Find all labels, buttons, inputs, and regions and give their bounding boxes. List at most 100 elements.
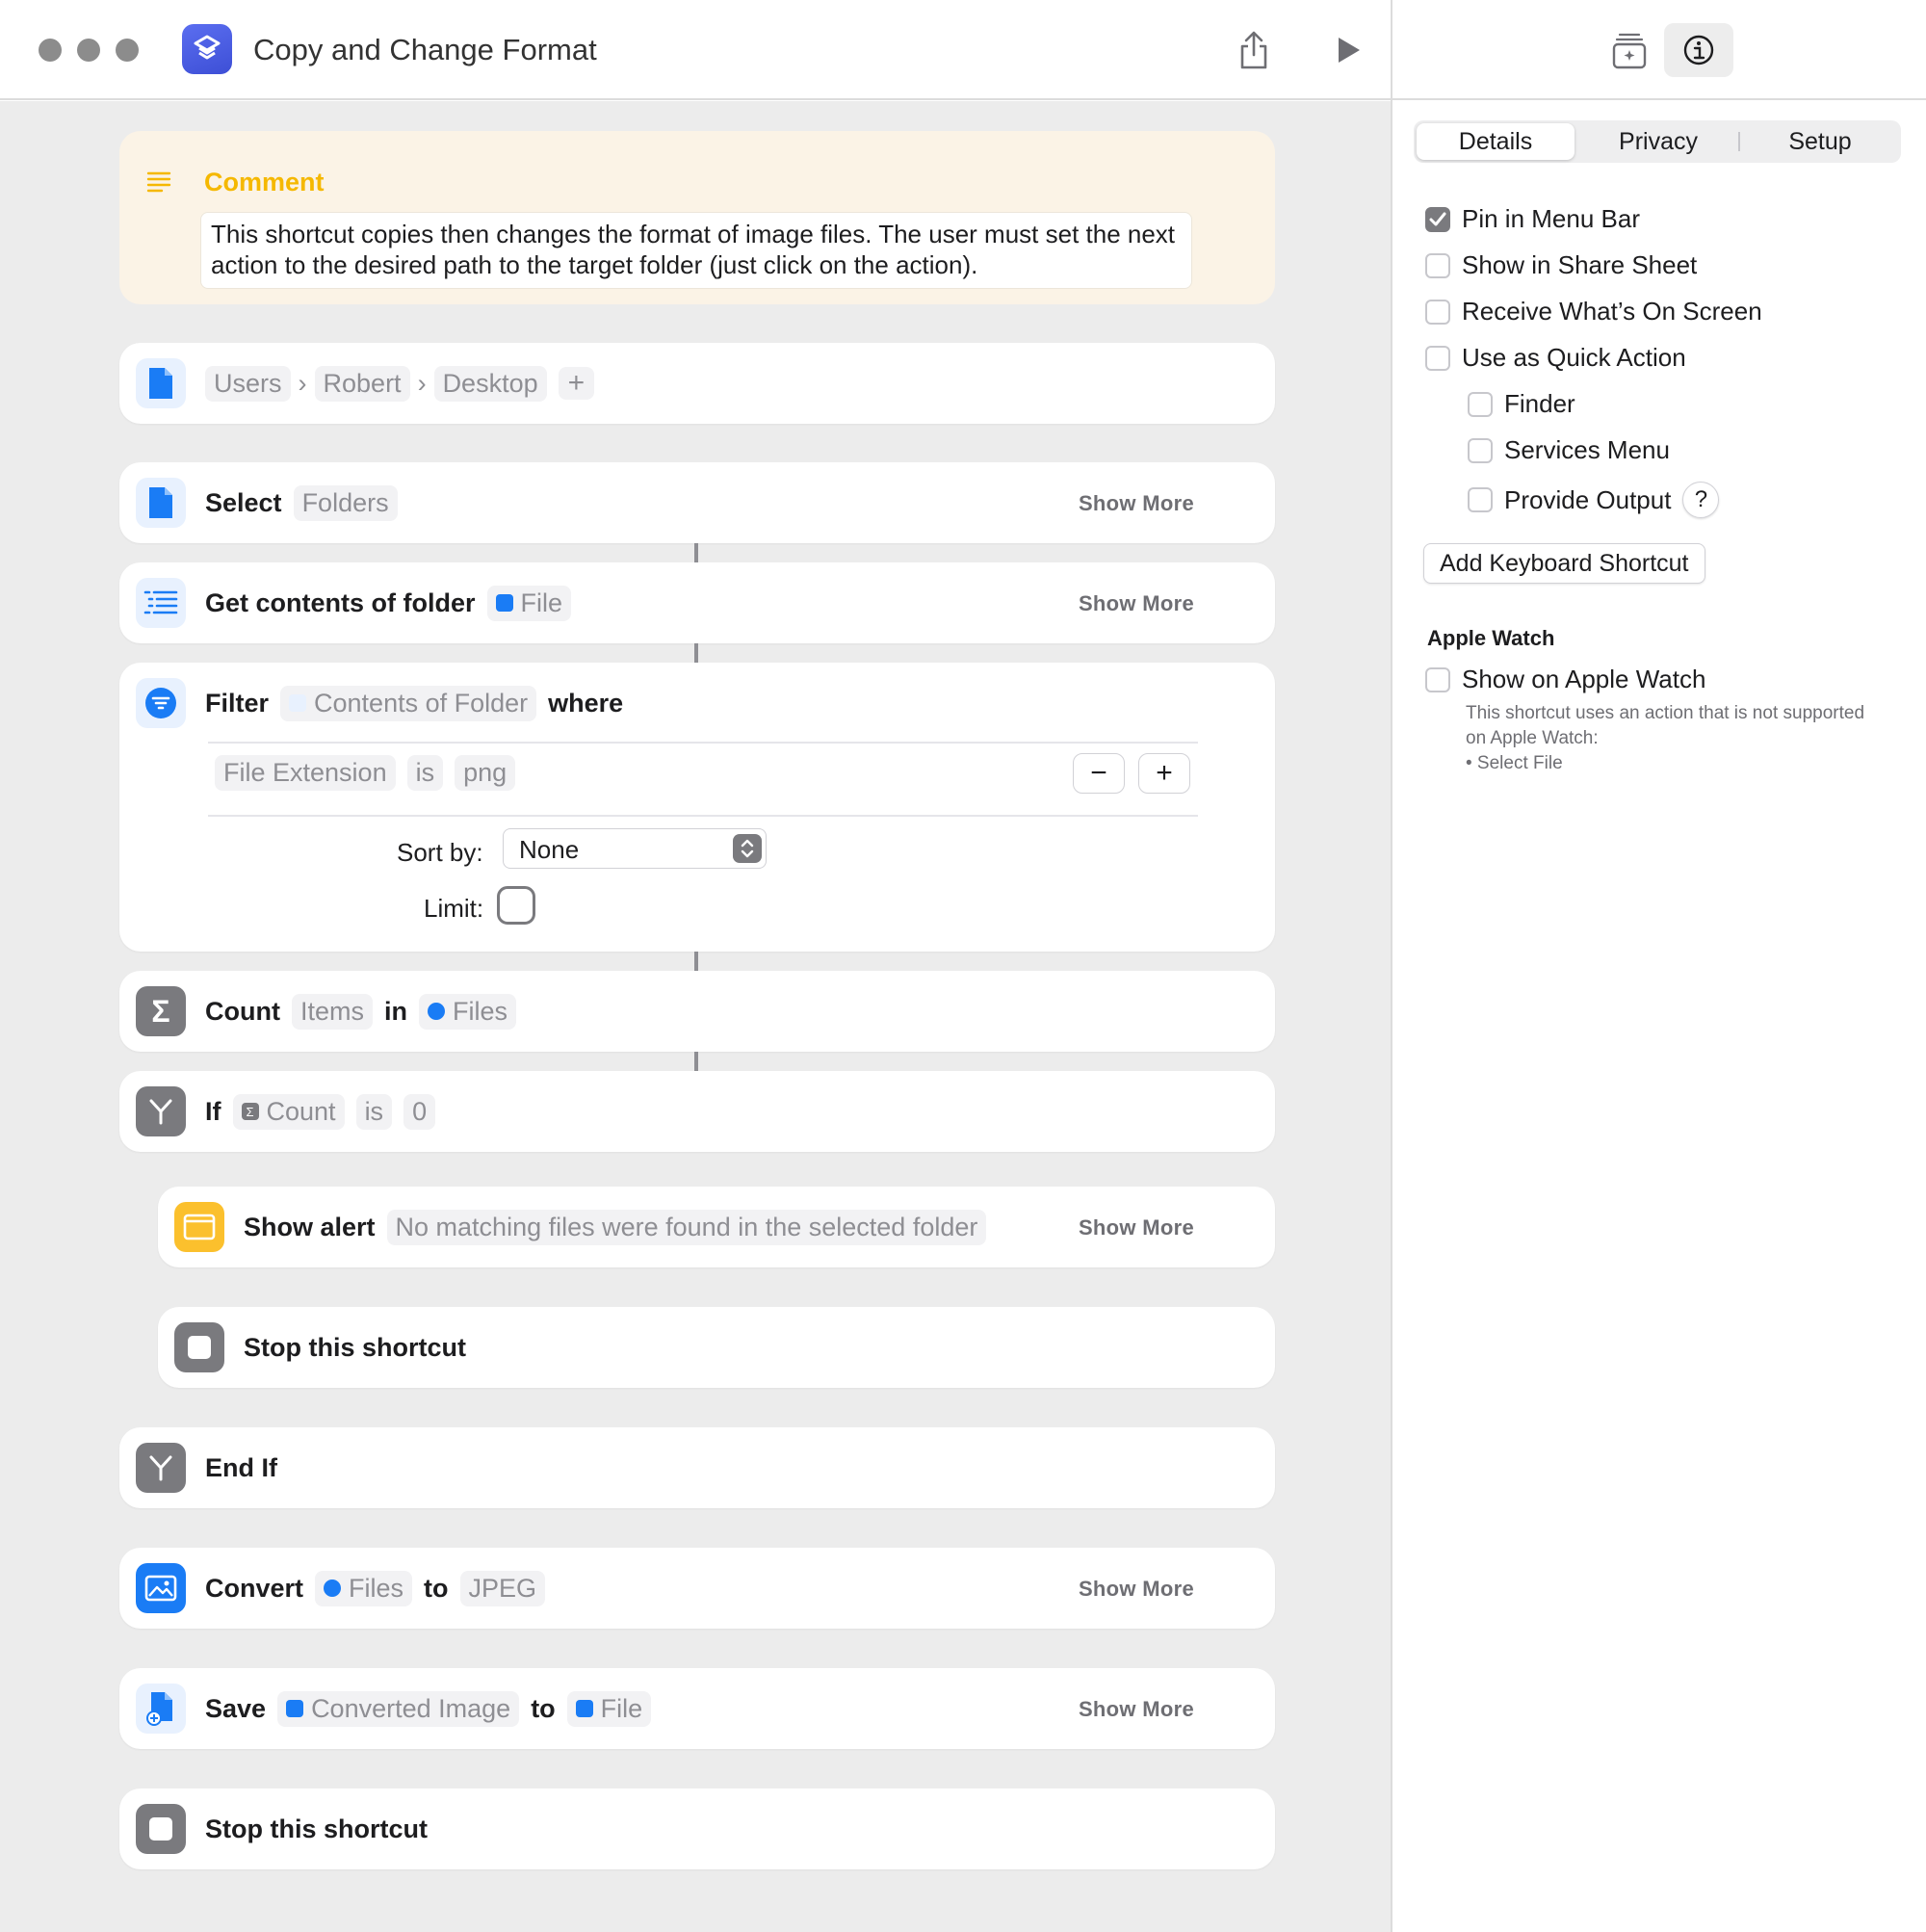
tab-separator: [1738, 132, 1740, 151]
show-more-button[interactable]: Show More: [1079, 1577, 1194, 1602]
services-menu-label: Services Menu: [1504, 435, 1670, 464]
details-sidebar: Details Privacy Setup Pin in Menu Bar Sh…: [1391, 0, 1926, 1932]
to-label: to: [531, 1693, 556, 1723]
files-variable-label: Files: [452, 996, 508, 1026]
to-label: to: [424, 1573, 449, 1603]
file-variable-label: File: [520, 587, 563, 617]
format-token[interactable]: JPEG: [459, 1570, 546, 1606]
path-segment-robert[interactable]: Robert: [314, 365, 410, 402]
list-mini-icon: [289, 694, 307, 712]
path-chevron-icon: ›: [417, 368, 427, 398]
if-operator-token[interactable]: is: [355, 1093, 393, 1130]
info-button[interactable]: [1664, 23, 1733, 77]
files-variable-token[interactable]: Files: [418, 993, 516, 1030]
comment-text-field[interactable]: This shortcut copies then changes the fo…: [200, 212, 1192, 289]
limit-toggle[interactable]: [497, 886, 535, 925]
apple-watch-checkbox[interactable]: [1425, 666, 1450, 692]
condition-value-token[interactable]: png: [455, 754, 516, 791]
end-if-action[interactable]: End If: [119, 1427, 1275, 1508]
show-more-button[interactable]: Show More: [1079, 1697, 1194, 1722]
services-menu-option[interactable]: Services Menu: [1468, 435, 1670, 465]
file-action[interactable]: Users › Robert › Desktop +: [119, 343, 1275, 424]
converted-image-token[interactable]: Converted Image: [277, 1690, 520, 1727]
if-value-token[interactable]: 0: [403, 1093, 436, 1130]
alert-message-token[interactable]: No matching files were found in the sele…: [386, 1209, 987, 1245]
path-segment-users[interactable]: Users: [205, 365, 291, 402]
stop-shortcut-action[interactable]: Stop this shortcut: [158, 1307, 1275, 1388]
select-file-action[interactable]: Select Folders Show More: [119, 462, 1275, 543]
action-library-button[interactable]: [1606, 27, 1653, 73]
zoom-window-button[interactable]: [116, 39, 139, 62]
stop-shortcut-action[interactable]: Stop this shortcut: [119, 1788, 1275, 1869]
file-variable-token[interactable]: File: [566, 1690, 652, 1727]
filter-files-action[interactable]: Filter Contents of Folder where File Ext…: [119, 663, 1275, 952]
get-contents-action[interactable]: Get contents of folder File Show More: [119, 562, 1275, 643]
info-icon: [1683, 35, 1714, 65]
select-type-param[interactable]: Folders: [293, 484, 398, 521]
services-menu-checkbox[interactable]: [1468, 437, 1493, 463]
share-sheet-checkbox[interactable]: [1425, 252, 1450, 278]
if-label: If: [205, 1096, 221, 1126]
receive-screen-label: Receive What’s On Screen: [1462, 297, 1762, 326]
condition-field-token[interactable]: File Extension: [215, 754, 396, 791]
files-variable-token[interactable]: Files: [315, 1570, 413, 1606]
path-segment-desktop[interactable]: Desktop: [433, 365, 547, 402]
pin-menu-bar-option[interactable]: Pin in Menu Bar: [1425, 204, 1640, 234]
pin-menu-bar-checkbox[interactable]: [1425, 206, 1450, 232]
remove-condition-button[interactable]: −: [1073, 753, 1125, 794]
alert-window-icon: [174, 1202, 224, 1252]
flow-connector: [694, 543, 698, 562]
provide-output-checkbox[interactable]: [1468, 487, 1493, 512]
chevron-up-down-icon: [733, 834, 762, 863]
help-button[interactable]: ?: [1682, 482, 1720, 518]
show-more-button[interactable]: Show More: [1079, 1215, 1194, 1240]
if-action[interactable]: If Σ Count is 0: [119, 1071, 1275, 1152]
tab-details[interactable]: Details: [1417, 123, 1575, 160]
comment-action[interactable]: Comment This shortcut copies then change…: [119, 131, 1275, 304]
file-variable-token[interactable]: File: [486, 585, 572, 621]
run-button[interactable]: [1325, 27, 1371, 73]
show-alert-action[interactable]: Show alert No matching files were found …: [158, 1187, 1275, 1267]
close-window-button[interactable]: [39, 39, 62, 62]
receive-screen-option[interactable]: Receive What’s On Screen: [1425, 297, 1762, 326]
count-type-token[interactable]: Items: [291, 993, 373, 1030]
file-mini-icon: [495, 594, 513, 612]
comment-title: Comment: [204, 168, 325, 196]
tab-privacy[interactable]: Privacy: [1579, 123, 1737, 160]
save-file-icon: [136, 1684, 186, 1734]
show-more-button[interactable]: Show More: [1079, 491, 1194, 516]
pin-menu-bar-label: Pin in Menu Bar: [1462, 204, 1640, 233]
sidebar-tabs: Details Privacy Setup: [1414, 120, 1901, 163]
receive-screen-checkbox[interactable]: [1425, 299, 1450, 325]
add-condition-button[interactable]: +: [1138, 753, 1190, 794]
count-action[interactable]: Σ Count Items in Files: [119, 971, 1275, 1052]
shortcuts-app-icon: [182, 24, 232, 74]
list-icon: [136, 578, 186, 628]
provide-output-option[interactable]: Provide Output ?: [1468, 482, 1720, 518]
add-path-button[interactable]: +: [558, 367, 595, 400]
sort-by-label: Sort by:: [397, 838, 483, 867]
quick-action-option[interactable]: Use as Quick Action: [1425, 343, 1686, 373]
limit-label: Limit:: [424, 894, 484, 923]
contents-of-folder-token[interactable]: Contents of Folder: [280, 685, 537, 721]
quick-action-checkbox[interactable]: [1425, 345, 1450, 371]
finder-option[interactable]: Finder: [1468, 389, 1575, 419]
minimize-window-button[interactable]: [77, 39, 100, 62]
sort-by-select[interactable]: None: [503, 828, 767, 869]
convert-image-action[interactable]: Convert Files to JPEG Show More: [119, 1548, 1275, 1629]
path-chevron-icon: ›: [298, 368, 307, 398]
image-mini-icon: [286, 1700, 304, 1717]
shortcut-editor: Comment This shortcut copies then change…: [0, 101, 1394, 1932]
comment-lines-icon: [146, 171, 171, 193]
share-sheet-option[interactable]: Show in Share Sheet: [1425, 250, 1697, 280]
count-label: Count: [205, 996, 280, 1026]
condition-operator-token[interactable]: is: [406, 754, 444, 791]
count-variable-token[interactable]: Σ Count: [232, 1093, 345, 1130]
share-button[interactable]: [1231, 27, 1277, 73]
tab-setup[interactable]: Setup: [1741, 123, 1899, 160]
apple-watch-option[interactable]: Show on Apple Watch: [1425, 665, 1705, 694]
save-file-action[interactable]: Save Converted Image to File Show More: [119, 1668, 1275, 1749]
finder-checkbox[interactable]: [1468, 391, 1493, 417]
show-more-button[interactable]: Show More: [1079, 591, 1194, 616]
add-keyboard-shortcut-button[interactable]: Add Keyboard Shortcut: [1423, 543, 1705, 584]
